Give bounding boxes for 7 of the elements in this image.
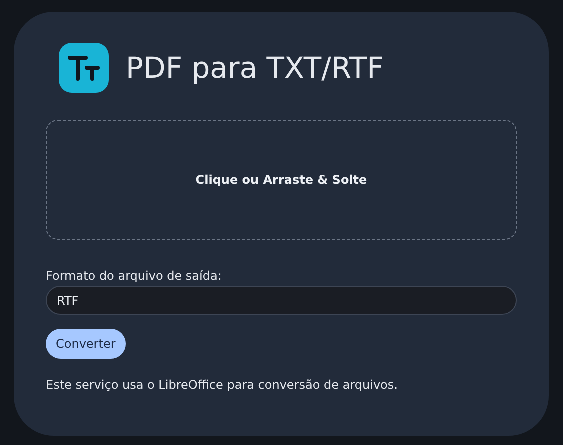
text-size-icon [59, 43, 109, 93]
page-title: PDF para TXT/RTF [126, 54, 384, 82]
format-label: Formato do arquivo de saída: [46, 268, 222, 284]
file-drop-zone[interactable]: Clique ou Arraste & Solte [46, 120, 517, 240]
convert-button[interactable]: Converter [46, 329, 126, 359]
footer-note: Este serviço usa o LibreOffice para conversão de arquivos. [46, 377, 399, 394]
format-select[interactable]: RTF [46, 286, 517, 315]
